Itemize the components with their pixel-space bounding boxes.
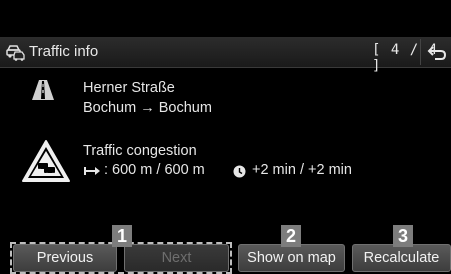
clock-icon xyxy=(233,165,246,178)
street-name: Herner Straße xyxy=(83,80,175,96)
show-on-map-button[interactable]: Show on map xyxy=(238,244,345,272)
header-bar: Traffic info [ 4 / 4 ] xyxy=(0,37,451,74)
callout-2: 2 xyxy=(281,225,301,247)
road-icon xyxy=(32,80,54,100)
page-title: Traffic info xyxy=(29,43,99,60)
distance-icon xyxy=(84,167,100,175)
car-traffic-icon xyxy=(6,45,25,61)
traffic-jam-warning-icon xyxy=(22,140,70,182)
traffic-info-screen: Traffic info [ 4 / 4 ] Herner Straße Boc… xyxy=(0,0,451,274)
callout-3: 3 xyxy=(393,225,413,247)
incident-type: Traffic congestion xyxy=(83,143,197,159)
callout-1: 1 xyxy=(112,225,132,247)
route-text: Bochum → Bochum xyxy=(83,100,212,116)
distance-text: : 600 m / 600 m xyxy=(104,162,205,178)
back-button[interactable] xyxy=(420,39,451,65)
recalculate-button[interactable]: Recalculate xyxy=(352,244,451,272)
delay-text: +2 min / +2 min xyxy=(252,162,352,178)
back-arrow-icon xyxy=(427,46,447,60)
